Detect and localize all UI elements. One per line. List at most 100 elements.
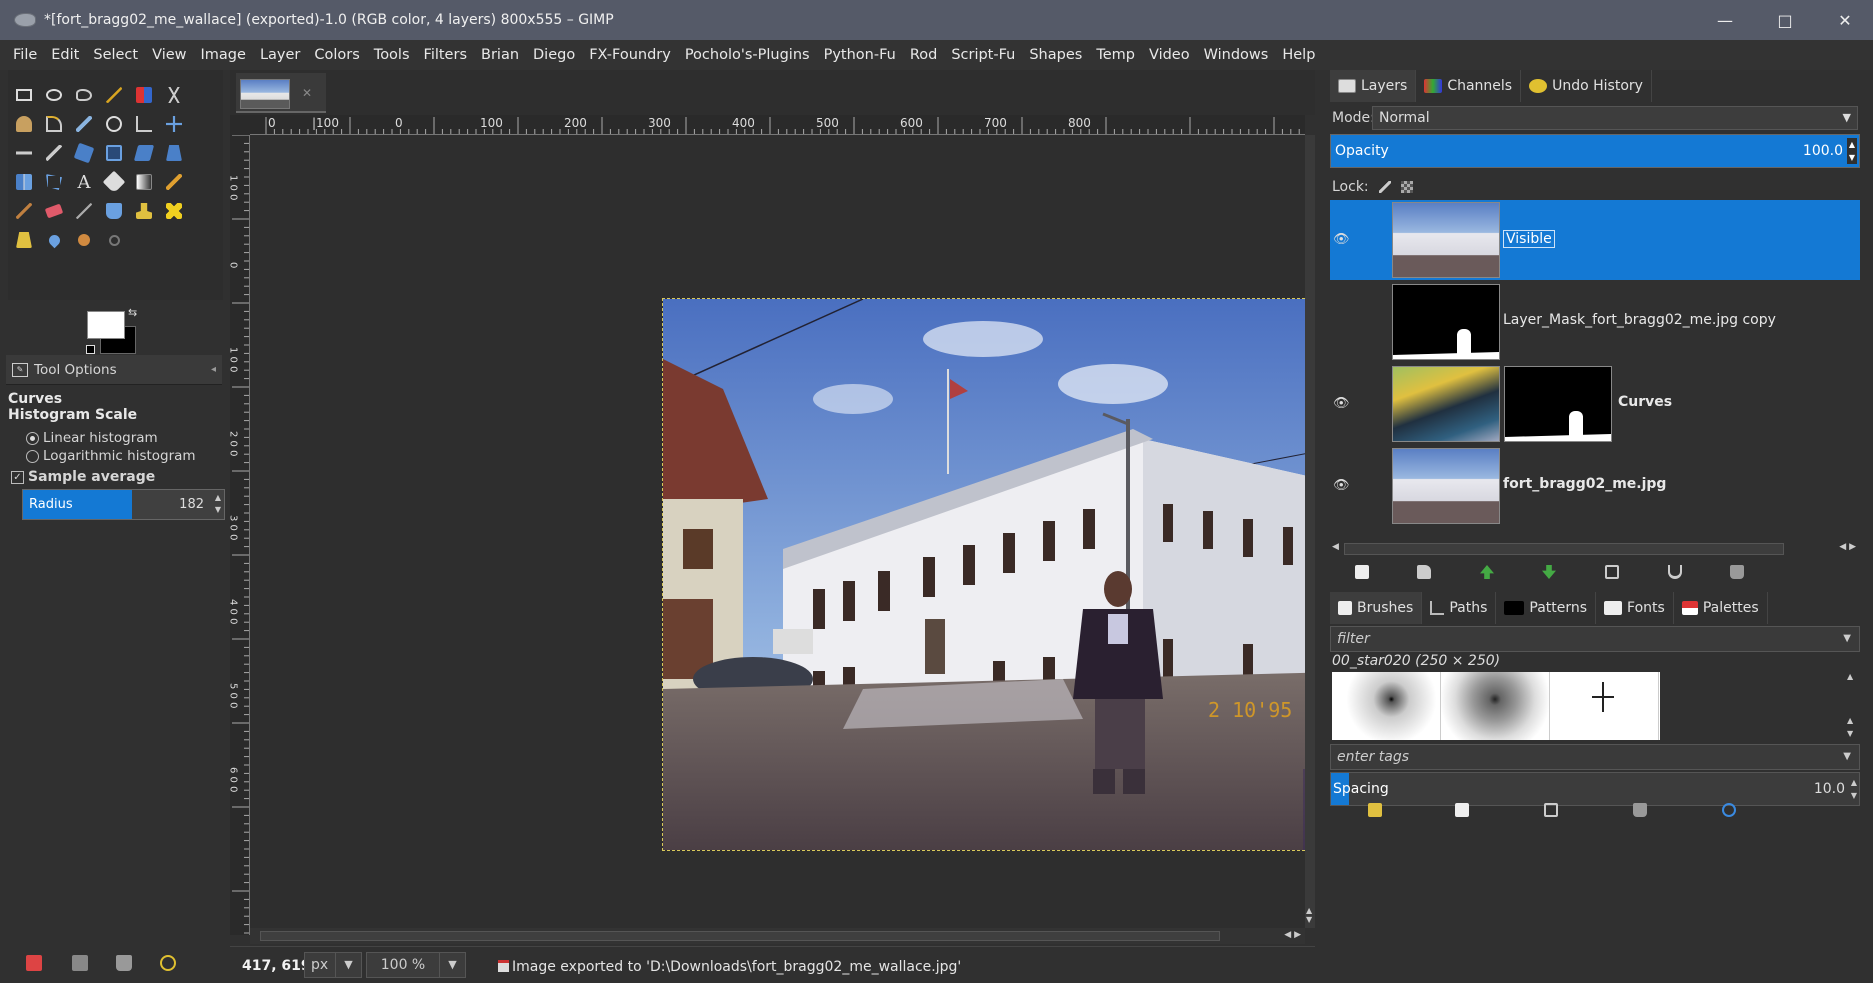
tab-paths[interactable]: Paths bbox=[1422, 592, 1497, 624]
image-tab[interactable]: ✕ bbox=[236, 73, 326, 113]
tab-brushes[interactable]: Brushes bbox=[1330, 592, 1423, 624]
refresh-brushes-icon[interactable] bbox=[1722, 803, 1736, 817]
lock-alpha-icon[interactable] bbox=[1400, 181, 1413, 193]
scroll-up-icon[interactable]: ▲ bbox=[1847, 672, 1853, 681]
menu-brian[interactable]: Brian bbox=[474, 47, 526, 63]
menu-script-fu[interactable]: Script-Fu bbox=[944, 47, 1022, 63]
save-options-icon[interactable] bbox=[26, 955, 42, 971]
edit-brush-icon[interactable] bbox=[1368, 803, 1382, 817]
scroll-right-icon[interactable]: ◀ ▶ bbox=[1839, 542, 1856, 552]
airbrush-tool-icon[interactable] bbox=[72, 199, 96, 223]
scale-tool-icon[interactable] bbox=[102, 141, 126, 165]
rotate-tool-icon[interactable] bbox=[72, 141, 96, 165]
menu-layer[interactable]: Layer bbox=[253, 47, 307, 63]
new-layer-group-icon[interactable] bbox=[1417, 565, 1431, 579]
tool-options-tab[interactable]: ✎ Tool Options ◂ bbox=[6, 355, 222, 385]
tab-menu-icon[interactable]: ◂ bbox=[211, 364, 216, 375]
minimize-button[interactable]: — bbox=[1695, 0, 1755, 40]
align-tool-icon[interactable] bbox=[12, 141, 36, 165]
delete-options-icon[interactable] bbox=[116, 955, 132, 971]
crop-tool-icon[interactable] bbox=[42, 141, 66, 165]
pencil-tool-icon[interactable] bbox=[162, 170, 186, 194]
swap-colors-icon[interactable]: ⇆ bbox=[128, 306, 137, 319]
layer-row[interactable]: 👁 Visible bbox=[1330, 200, 1860, 280]
mode-select[interactable]: Normal ▼ bbox=[1372, 106, 1858, 130]
close-button[interactable]: ✕ bbox=[1815, 0, 1873, 40]
shear-tool-icon[interactable] bbox=[132, 141, 156, 165]
rect-select-tool-icon[interactable] bbox=[12, 83, 36, 107]
menu-fx-foundry[interactable]: FX-Foundry bbox=[582, 47, 678, 63]
new-brush-icon[interactable] bbox=[1455, 803, 1469, 817]
default-colors-icon[interactable] bbox=[86, 345, 95, 354]
menu-temp[interactable]: Temp bbox=[1089, 47, 1142, 63]
eraser-tool-icon[interactable] bbox=[42, 199, 66, 223]
foreground-color-swatch[interactable] bbox=[87, 311, 125, 339]
layer-name[interactable]: Visible bbox=[1503, 230, 1555, 248]
menu-python-fu[interactable]: Python-Fu bbox=[817, 47, 903, 63]
brush-tags-input[interactable]: enter tags ▼ bbox=[1330, 744, 1860, 770]
maximize-button[interactable]: □ bbox=[1755, 0, 1815, 40]
smudge-tool-icon[interactable] bbox=[72, 228, 96, 252]
brush-preview[interactable] bbox=[1550, 672, 1659, 740]
sample-average-checkbox[interactable]: ✓ Sample average bbox=[11, 469, 155, 485]
menu-edit[interactable]: Edit bbox=[44, 47, 86, 63]
brush-preview[interactable] bbox=[1332, 672, 1441, 740]
radius-spin-icon[interactable]: ▲ ▼ bbox=[215, 492, 221, 516]
delete-layer-icon[interactable] bbox=[1730, 565, 1744, 579]
menu-video[interactable]: Video bbox=[1142, 47, 1197, 63]
foreground-select-tool-icon[interactable] bbox=[12, 112, 36, 136]
vertical-scrollbar[interactable]: ▲ ▼ bbox=[1305, 135, 1315, 928]
tab-channels[interactable]: Channels bbox=[1416, 70, 1522, 102]
fuzzy-select-tool-icon[interactable] bbox=[102, 83, 126, 107]
vertical-ruler[interactable]: 1 0 0 0 1 0 0 2 0 0 3 0 0 4 0 0 5 0 0 6 … bbox=[230, 135, 250, 935]
menu-select[interactable]: Select bbox=[86, 47, 145, 63]
eye-icon[interactable]: 👁 bbox=[1333, 478, 1350, 493]
reset-options-icon[interactable] bbox=[160, 955, 176, 971]
new-layer-icon[interactable] bbox=[1355, 565, 1369, 579]
scroll-arrows-icon[interactable]: ▲ ▼ bbox=[1306, 906, 1312, 924]
paths-tool-icon[interactable] bbox=[42, 112, 66, 136]
text-tool-icon[interactable]: A bbox=[72, 170, 96, 194]
zoom-select[interactable]: 100 % ▼ bbox=[366, 952, 466, 978]
paintbrush-tool-icon[interactable] bbox=[12, 199, 36, 223]
brush-preview[interactable] bbox=[1441, 672, 1550, 740]
ruler-corner[interactable] bbox=[230, 115, 250, 135]
menu-image[interactable]: Image bbox=[194, 47, 253, 63]
close-tab-icon[interactable]: ✕ bbox=[302, 86, 312, 100]
gradient-tool-icon[interactable] bbox=[132, 170, 156, 194]
layers-scroll-thumb[interactable] bbox=[1344, 543, 1784, 555]
lock-pixels-icon[interactable] bbox=[1378, 181, 1391, 193]
dodge-burn-tool-icon[interactable] bbox=[102, 228, 126, 252]
tab-fonts[interactable]: Fonts bbox=[1596, 592, 1674, 624]
horizontal-scrollbar[interactable]: ◀ ▶ bbox=[250, 928, 1305, 944]
scroll-left-icon[interactable]: ◀ bbox=[1332, 542, 1339, 552]
clone-tool-icon[interactable] bbox=[132, 199, 156, 223]
scroll-down-icon[interactable]: ▲ ▼ bbox=[1847, 714, 1853, 740]
layer-name[interactable]: Layer_Mask_fort_bragg02_me.jpg copy bbox=[1503, 312, 1776, 328]
image-canvas[interactable]: 2 10'95 bbox=[250, 135, 1305, 928]
zoom-tool-icon[interactable] bbox=[102, 112, 126, 136]
fg-bg-colors[interactable]: ⇆ bbox=[84, 306, 142, 359]
opacity-spin-icon[interactable]: ▲ ▼ bbox=[1846, 138, 1857, 164]
select-by-color-tool-icon[interactable] bbox=[132, 83, 156, 107]
scroll-left-right-icon[interactable]: ◀ ▶ bbox=[1284, 930, 1301, 940]
scissors-tool-icon[interactable] bbox=[162, 83, 186, 107]
tab-patterns[interactable]: Patterns bbox=[1496, 592, 1597, 624]
delete-brush-icon[interactable] bbox=[1633, 803, 1647, 817]
raise-layer-icon[interactable] bbox=[1480, 565, 1494, 579]
menu-diego[interactable]: Diego bbox=[526, 47, 582, 63]
layer-row[interactable]: Layer_Mask_fort_bragg02_me.jpg copy bbox=[1330, 282, 1860, 362]
menu-pocholos-plugins[interactable]: Pocholo's-Plugins bbox=[678, 47, 817, 63]
duplicate-layer-icon[interactable] bbox=[1605, 565, 1619, 579]
menu-shapes[interactable]: Shapes bbox=[1022, 47, 1089, 63]
menu-filters[interactable]: Filters bbox=[417, 47, 474, 63]
free-select-tool-icon[interactable] bbox=[72, 83, 96, 107]
log-histogram-radio[interactable]: Logarithmic histogram bbox=[26, 448, 196, 464]
menu-windows[interactable]: Windows bbox=[1197, 47, 1276, 63]
opacity-slider[interactable]: Opacity 100.0 ▲ ▼ bbox=[1330, 134, 1860, 168]
color-picker-tool-icon[interactable] bbox=[72, 112, 96, 136]
linear-histogram-radio[interactable]: Linear histogram bbox=[26, 430, 158, 446]
brush-filter-input[interactable]: filter ▼ bbox=[1330, 626, 1860, 652]
menu-view[interactable]: View bbox=[145, 47, 193, 63]
layer-row[interactable]: 👁 Curves bbox=[1330, 364, 1860, 444]
